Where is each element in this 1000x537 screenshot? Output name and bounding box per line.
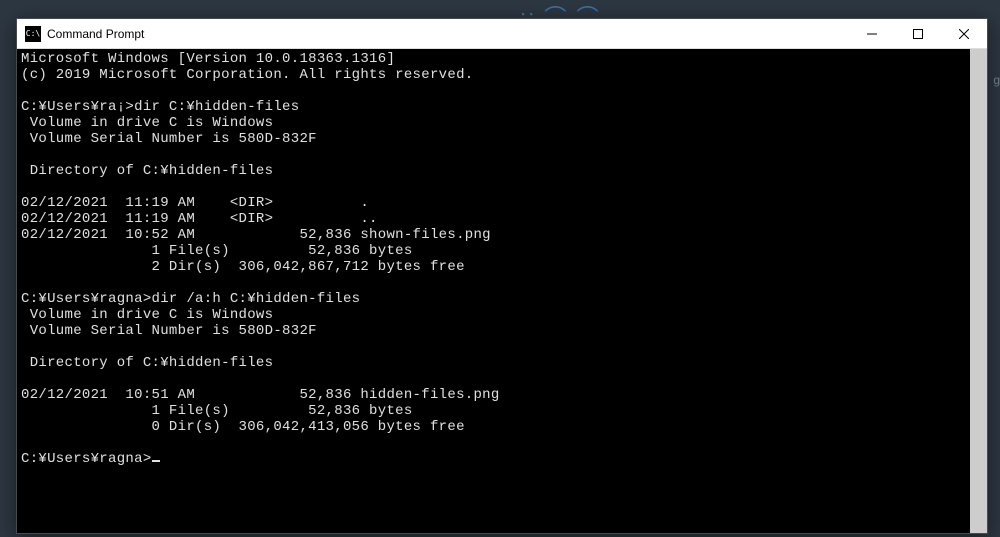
cmd-icon: C:\: [25, 26, 41, 42]
cursor: [152, 460, 160, 462]
side-char: g: [993, 60, 1000, 100]
background-side-text: g: [993, 60, 1000, 100]
terminal-container: Microsoft Windows [Version 10.0.18363.13…: [17, 49, 987, 533]
maximize-button[interactable]: [895, 19, 941, 48]
minimize-button[interactable]: [849, 19, 895, 48]
scrollbar[interactable]: [970, 49, 987, 533]
titlebar[interactable]: C:\ Command Prompt: [17, 19, 987, 49]
window-controls: [849, 19, 987, 48]
window-title: Command Prompt: [47, 27, 849, 41]
scrollbar-thumb[interactable]: [970, 49, 987, 533]
maximize-icon: [913, 29, 923, 39]
close-button[interactable]: [941, 19, 987, 48]
cmd-icon-label: C:\: [26, 29, 40, 38]
terminal-output[interactable]: Microsoft Windows [Version 10.0.18363.13…: [17, 49, 970, 533]
minimize-icon: [867, 29, 877, 39]
command-prompt-window: C:\ Command Prompt Microsoft Windows [Ve…: [16, 18, 988, 534]
close-icon: [959, 29, 969, 39]
